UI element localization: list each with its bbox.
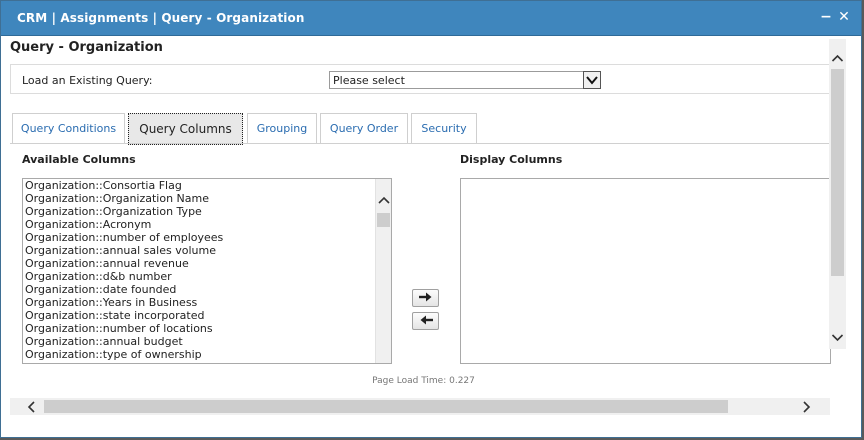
load-query-select[interactable]: Please select <box>329 71 601 89</box>
horizontal-scroll-thumb[interactable] <box>44 400 728 413</box>
tab-security[interactable]: Security <box>411 113 477 144</box>
page-title: Query - Organization <box>10 40 163 55</box>
chevron-down-icon[interactable] <box>831 333 844 346</box>
load-query-label: Load an Existing Query: <box>22 74 153 87</box>
list-item[interactable]: Organization::Owner <box>25 361 373 363</box>
list-scrollbar[interactable] <box>375 179 391 363</box>
close-icon[interactable]: ✕ <box>837 9 851 25</box>
list-item[interactable]: Organization::date founded <box>25 283 373 296</box>
content-area: Query - Organization Load an Existing Qu… <box>1 36 846 418</box>
chevron-left-icon[interactable] <box>26 401 36 416</box>
available-columns-items: Organization::Consortia Flag Organization… <box>25 179 373 363</box>
scroll-up-icon[interactable] <box>377 193 391 207</box>
load-query-panel: Load an Existing Query: Please select <box>10 64 830 94</box>
query-window: CRM | Assignments | Query - Organization… <box>0 0 862 438</box>
chevron-up-icon[interactable] <box>831 53 844 66</box>
content-vertical-scrollbar[interactable] <box>829 39 846 349</box>
list-item[interactable]: Organization::Organization Name <box>25 192 373 205</box>
tab-query-order[interactable]: Query Order <box>320 113 408 144</box>
display-columns-heading: Display Columns <box>460 153 563 166</box>
list-item[interactable]: Organization::annual sales volume <box>25 244 373 257</box>
minimize-icon[interactable]: − <box>819 9 833 25</box>
arrow-left-icon <box>418 314 434 329</box>
add-column-button[interactable] <box>412 289 439 307</box>
remove-column-button[interactable] <box>412 312 439 330</box>
list-item[interactable]: Organization::Years in Business <box>25 296 373 309</box>
chevron-right-icon[interactable] <box>802 401 812 416</box>
list-item[interactable]: Organization::state incorporated <box>25 309 373 322</box>
arrow-right-icon <box>418 291 434 306</box>
list-item[interactable]: Organization::type of ownership <box>25 348 373 361</box>
page-load-time: Page Load Time: 0.227 <box>372 376 475 386</box>
tab-query-conditions[interactable]: Query Conditions <box>12 113 125 144</box>
display-columns-list[interactable] <box>460 178 831 364</box>
tab-query-columns[interactable]: Query Columns <box>128 113 243 145</box>
list-scroll-thumb[interactable] <box>377 213 390 227</box>
tabs-divider <box>10 143 830 144</box>
list-item[interactable]: Organization::number of employees <box>25 231 373 244</box>
available-columns-list[interactable]: Organization::Consortia Flag Organization… <box>22 178 392 364</box>
load-query-selected-value: Please select <box>333 74 405 87</box>
list-item[interactable]: Organization::Consortia Flag <box>25 179 373 192</box>
available-columns-heading: Available Columns <box>22 153 136 166</box>
list-item[interactable]: Organization::Organization Type <box>25 205 373 218</box>
content-scroll-thumb[interactable] <box>831 69 844 276</box>
title-bar[interactable]: CRM | Assignments | Query - Organization… <box>1 1 861 36</box>
tab-grouping[interactable]: Grouping <box>247 113 317 144</box>
list-item[interactable]: Organization::annual budget <box>25 335 373 348</box>
list-item[interactable]: Organization::Acronym <box>25 218 373 231</box>
window-title: CRM | Assignments | Query - Organization <box>17 11 305 25</box>
list-item[interactable]: Organization::d&b number <box>25 270 373 283</box>
chevron-down-icon[interactable] <box>583 71 601 89</box>
list-item[interactable]: Organization::number of locations <box>25 322 373 335</box>
horizontal-scrollbar[interactable] <box>10 398 830 415</box>
list-item[interactable]: Organization::annual revenue <box>25 257 373 270</box>
